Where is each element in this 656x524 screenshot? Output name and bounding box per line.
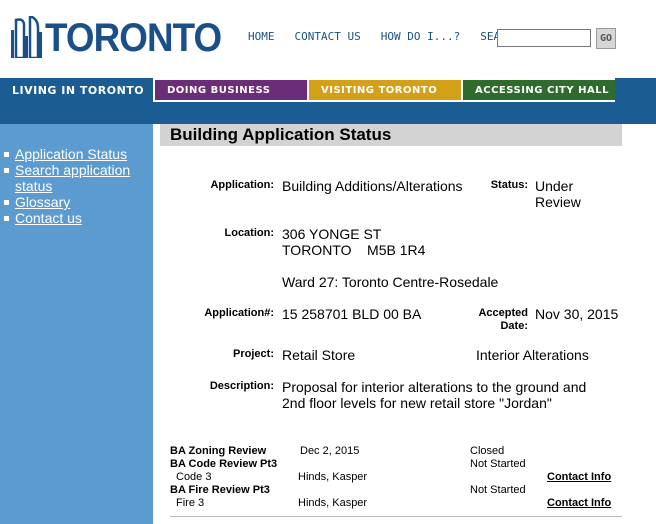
sidebar-item-glossary[interactable]: Glossary [4,194,150,210]
application-value: Building Additions/Alterations [282,178,463,194]
project-value: Retail Store [282,347,356,363]
sidebar-item-application-status[interactable]: Application Status [4,146,150,162]
location-city: TORONTO M5B 1R4 [282,242,426,258]
application-label: Application: [210,179,274,191]
status-label: Status: [490,179,528,191]
accepted-date-value: Nov 30, 2015 [535,306,619,322]
ward-value: Ward 27: Toronto Centre-Rosedale [282,274,499,290]
search-input[interactable] [497,29,591,47]
city-hall-icon [11,16,42,58]
review-status: Not Started [470,458,526,470]
nav-home[interactable]: HOME [248,30,275,43]
bullet-icon [4,152,9,157]
review-status: Not Started [470,484,526,496]
review-sub: Fire 3 [176,497,205,509]
tab-doing-business[interactable]: DOING BUSINESS [155,80,307,100]
review-sub: Code 3 [176,471,212,483]
nav-contact-us[interactable]: CONTACT US [295,30,361,43]
top-nav: HOME CONTACT US HOW DO I...? SEARCH: [248,30,533,43]
tab-visiting-toronto[interactable]: VISITING TORONTO [309,80,461,100]
toronto-logo[interactable]: TORONTO [10,10,237,58]
application-number-label: Application#: [204,307,274,319]
divider [170,516,622,517]
sidebar-item-contact-us[interactable]: Contact us [4,210,150,226]
project-type: Interior Alterations [476,347,589,363]
contact-info-link[interactable]: Contact Info [547,497,611,510]
tab-accessing-city-hall[interactable]: ACCESSING CITY HALL [463,80,615,100]
go-button[interactable]: GO [596,28,616,49]
sidebar-links: Application Status Search application st… [4,146,150,226]
sidebar-item-search-application-status[interactable]: Search application status [4,162,150,194]
logo-text: TORONTO [45,16,222,60]
nav-bar-fill [615,78,656,102]
header-strip [0,102,656,124]
status-value: Under Review [535,178,581,210]
location-label: Location: [224,227,275,239]
description-label: Description: [209,380,274,392]
project-label: Project: [233,348,274,360]
review-name: BA Zoning Review [170,445,267,457]
bullet-icon [4,168,9,173]
page-title: Building Application Status [160,124,622,146]
bullet-icon [4,200,9,205]
location-street: 306 YONGE ST [282,226,382,242]
accepted-date-label: Accepted Date: [478,307,528,332]
bullet-icon [4,216,9,221]
application-number-value: 15 258701 BLD 00 BA [282,306,422,322]
nav-how-do-i[interactable]: HOW DO I...? [381,30,460,43]
review-name: BA Code Review Pt3 [170,458,278,470]
review-person: Hinds, Kasper [298,471,368,483]
review-person: Hinds, Kasper [298,497,368,509]
description-value: Proposal for interior alterations to the… [282,379,587,411]
review-status: Closed [470,445,505,457]
review-name: BA Fire Review Pt3 [170,484,270,496]
contact-info-link[interactable]: Contact Info [547,471,611,484]
review-date: Dec 2, 2015 [300,445,360,457]
tab-living-in-toronto[interactable]: LIVING IN TORONTO [0,78,153,102]
